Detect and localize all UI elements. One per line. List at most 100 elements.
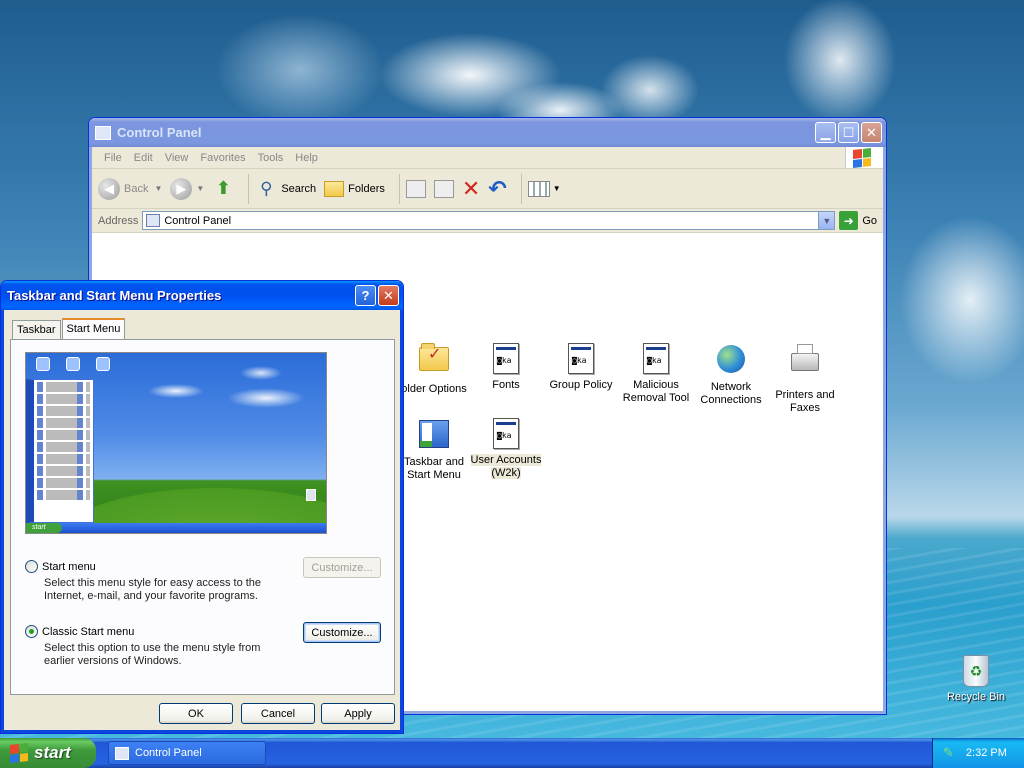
address-label: Address <box>98 214 139 227</box>
forward-button[interactable]: ▶ ▼ <box>170 177 204 200</box>
address-input[interactable]: Control Panel ▼ <box>142 211 836 230</box>
cp-item-malicious-removal-tool[interactable]: Malicious Removal Tool <box>616 343 696 405</box>
delete-button[interactable]: ✕ <box>461 175 481 201</box>
printers-faxes-icon <box>789 344 821 385</box>
radio-start-menu-circle[interactable] <box>25 560 38 573</box>
network-connections-icon <box>715 345 747 377</box>
taskbar: start Control Panel ✎ 2:32 PM <box>0 738 1024 768</box>
tray-network-icon[interactable]: ✎ <box>943 745 954 761</box>
tab-start-menu[interactable]: Start Menu <box>61 318 126 341</box>
dialog-close-button[interactable]: ✕ <box>378 285 399 306</box>
search-button[interactable]: ⚲ Search <box>255 178 316 200</box>
system-tray: ✎ 2:32 PM <box>932 738 1024 768</box>
taskbar-start-menu-icon <box>418 420 450 452</box>
preview-desktop-icon <box>36 357 50 371</box>
preview-start-button: start <box>26 523 62 533</box>
dialog-titlebar[interactable]: Taskbar and Start Menu Properties ? ✕ <box>1 281 403 310</box>
cp-item-label: Malicious Removal Tool <box>622 379 690 404</box>
address-dropdown-icon[interactable]: ▼ <box>818 212 835 229</box>
tray-clock[interactable]: 2:32 PM <box>966 747 1007 759</box>
maximize-button[interactable]: ☐ <box>838 122 859 143</box>
preview-desktop-icon <box>66 357 80 371</box>
menu-file[interactable]: File <box>98 152 128 164</box>
cp-item-label: Taskbar and Start Menu <box>404 456 464 481</box>
delete-x-icon: ✕ <box>461 175 481 201</box>
preview-recycle-bin-icon <box>306 489 316 501</box>
tab-taskbar[interactable]: Taskbar <box>12 320 61 340</box>
forward-arrow-icon: ▶ <box>170 177 193 200</box>
menu-tools[interactable]: Tools <box>252 152 290 164</box>
copy-to-icon <box>433 179 454 198</box>
go-arrow-icon: ➜ <box>839 211 859 230</box>
control-panel-titlebar[interactable]: Control Panel ▁ ☐ ✕ <box>89 118 886 147</box>
recycle-bin-desktop-icon[interactable]: ♻ Recycle Bin <box>944 655 1008 703</box>
cp-item-group-policy[interactable]: Group Policy <box>541 343 621 392</box>
cp-item-label: older Options <box>401 383 467 395</box>
views-icon <box>527 180 550 197</box>
toolbar-separator <box>248 173 250 204</box>
menu-favorites[interactable]: Favorites <box>194 152 251 164</box>
help-button[interactable]: ? <box>355 285 376 306</box>
go-button[interactable]: ➜ Go <box>839 211 877 230</box>
up-button[interactable]: ⬆ <box>212 178 234 200</box>
radio-classic-start-menu-circle[interactable] <box>25 625 38 638</box>
group-policy-icon <box>565 343 597 375</box>
radio-start-menu[interactable]: Start menu <box>25 560 96 573</box>
cancel-button[interactable]: Cancel <box>241 703 315 724</box>
toolbar-separator <box>520 173 522 204</box>
menu-bar: File Edit View Favorites Tools Help <box>92 147 883 169</box>
preview-desktop-icon <box>96 357 110 371</box>
address-bar: Address Control Panel ▼ ➜ Go <box>92 209 883 233</box>
toolbar-separator <box>398 173 400 204</box>
back-label: Back <box>124 182 149 195</box>
radio-classic-start-menu[interactable]: Classic Start menu <box>25 625 134 638</box>
apply-button[interactable]: Apply <box>321 703 395 724</box>
undo-button[interactable]: ↶ <box>488 177 506 200</box>
back-arrow-icon: ◀ <box>98 177 120 200</box>
standard-toolbar: ◀ Back ▼ ▶ ▼ ⬆ ⚲ Search Folders ✕ ↶ ▼ <box>92 169 883 209</box>
start-menu-tab-panel: start Start menu Select this menu style … <box>10 339 395 695</box>
back-dropdown-icon[interactable]: ▼ <box>154 184 162 193</box>
customize-start-menu-button[interactable]: Customize... <box>303 557 381 578</box>
copy-to-button[interactable] <box>433 179 454 198</box>
up-folder-icon: ⬆ <box>215 178 231 198</box>
start-button[interactable]: start <box>0 738 96 768</box>
menu-edit[interactable]: Edit <box>128 152 159 164</box>
forward-dropdown-icon[interactable]: ▼ <box>196 184 204 193</box>
control-panel-window-icon <box>95 125 111 140</box>
cp-item-printers-faxes[interactable]: Printers and Faxes <box>765 343 845 415</box>
radio-start-menu-label: Start menu <box>42 560 96 573</box>
recycle-bin-icon: ♻ <box>963 655 989 687</box>
move-to-button[interactable] <box>405 179 426 198</box>
close-button[interactable]: ✕ <box>861 122 882 143</box>
back-button[interactable]: ◀ Back ▼ <box>98 177 162 200</box>
cp-item-label: Printers and Faxes <box>775 389 835 414</box>
windows-logo-icon <box>10 743 28 763</box>
control-panel-title: Control Panel <box>117 125 202 140</box>
taskbar-properties-dialog: Taskbar and Start Menu Properties ? ✕ Ta… <box>0 280 404 734</box>
control-panel-task-icon <box>115 746 129 760</box>
customize-classic-start-menu-button[interactable]: Customize... <box>303 622 381 643</box>
cp-item-user-accounts[interactable]: User Accounts (W2k) <box>466 418 546 480</box>
cp-item-taskbar-start-menu[interactable]: Taskbar and Start Menu <box>394 418 474 482</box>
search-icon: ⚲ <box>260 178 273 198</box>
taskbar-item-label: Control Panel <box>135 747 202 759</box>
cp-item-folder-options[interactable]: ✓ older Options <box>394 343 474 396</box>
menu-view[interactable]: View <box>159 152 195 164</box>
views-button[interactable]: ▼ <box>527 180 561 197</box>
ok-button[interactable]: OK <box>159 703 233 724</box>
cp-item-label: Network Connections <box>700 381 762 406</box>
menu-help[interactable]: Help <box>289 152 324 164</box>
cp-item-label: User Accounts (W2k) <box>470 454 542 479</box>
start-label: start <box>34 743 71 762</box>
go-label: Go <box>862 214 877 227</box>
preview-classic-menu <box>26 379 94 523</box>
folders-icon <box>324 180 345 197</box>
folders-button[interactable]: Folders <box>324 180 385 197</box>
taskbar-item-control-panel[interactable]: Control Panel <box>108 741 266 765</box>
minimize-button[interactable]: ▁ <box>815 122 836 143</box>
cp-item-fonts[interactable]: Fonts <box>466 343 546 392</box>
cp-item-network-connections[interactable]: Network Connections <box>691 343 771 407</box>
control-panel-chrome: File Edit View Favorites Tools Help ◀ Ba… <box>92 147 883 233</box>
search-label: Search <box>281 182 317 195</box>
